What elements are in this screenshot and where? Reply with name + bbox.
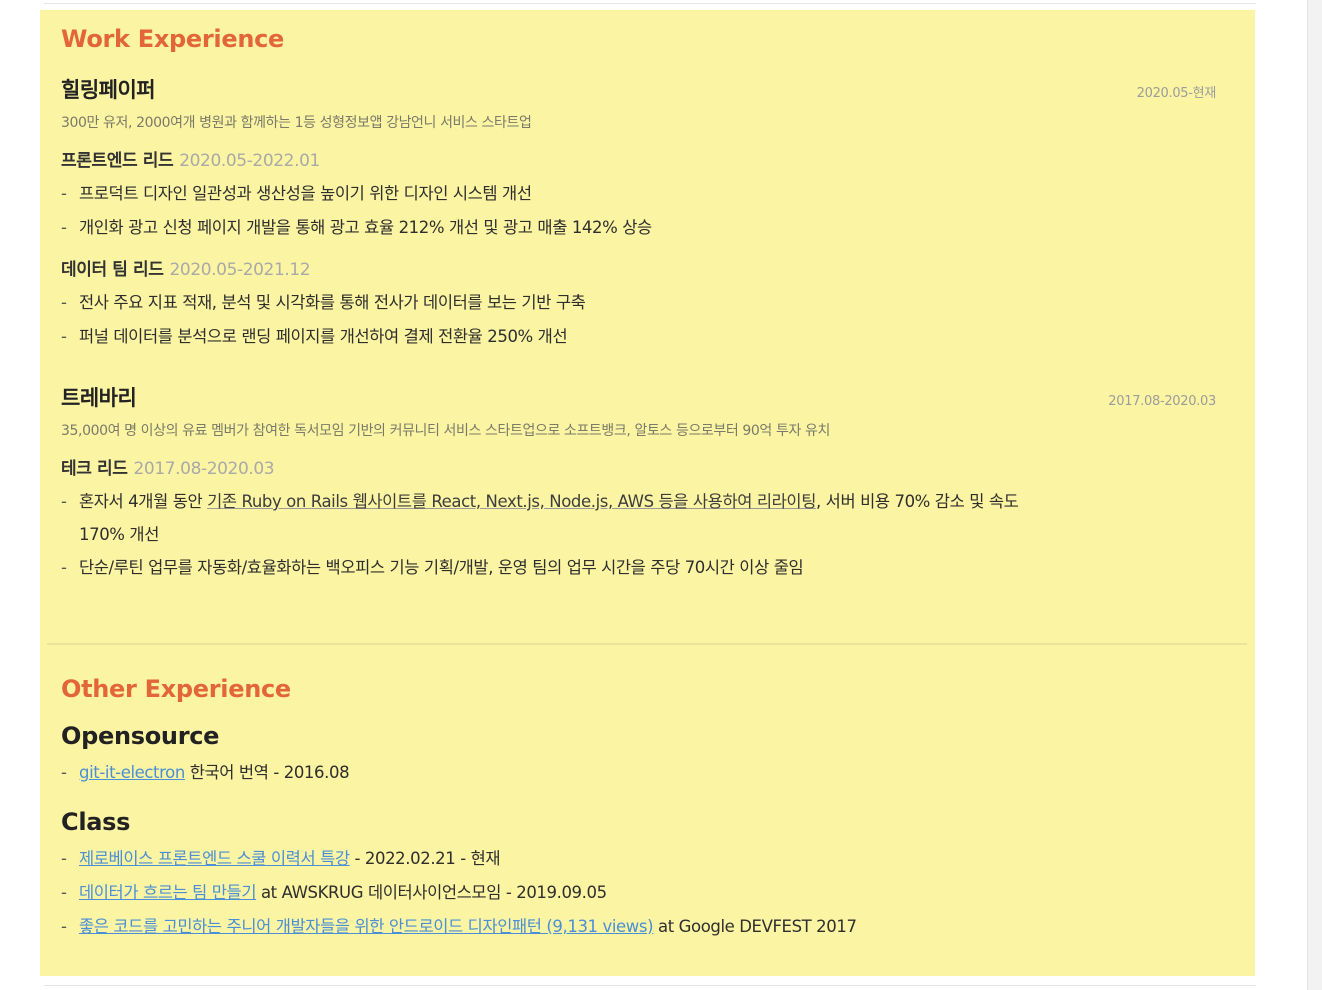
subsection-heading-class: Class bbox=[61, 808, 131, 836]
bullet-item: 단순/루틴 업무를 자동화/효율화하는 백오피스 기능 기획/개발, 운영 팀의… bbox=[61, 551, 1217, 585]
bottom-divider bbox=[44, 985, 1256, 986]
rewrite-project-link[interactable]: 기존 Ruby on Rails 웹사이트를 React, Next.js, N… bbox=[207, 492, 816, 511]
role-period: 2020.05-2022.01 bbox=[179, 151, 320, 171]
work-experience-section: Work Experience 힐링페이퍼 2020.05-현재 300만 유저… bbox=[61, 24, 1217, 585]
section-title-work: Work Experience bbox=[61, 25, 285, 53]
company-block: 트레바리 2017.08-2020.03 35,000여 명 이상의 유료 멤버… bbox=[61, 382, 1217, 585]
list-item: git-it-electron 한국어 번역 - 2016.08 bbox=[61, 756, 1217, 790]
role-period: 2020.05-2021.12 bbox=[169, 260, 311, 280]
role-name: 데이터 팀 리드 bbox=[61, 260, 164, 280]
class-link[interactable]: 제로베이스 프론트엔드 스쿨 이력서 특강 bbox=[79, 849, 350, 868]
git-it-electron-link[interactable]: git-it-electron bbox=[79, 763, 185, 782]
role-bullets: 혼자서 4개월 동안 기존 Ruby on Rails 웹사이트를 React,… bbox=[61, 485, 1217, 585]
class-list: 제로베이스 프론트엔드 스쿨 이력서 특강 - 2022.02.21 - 현재 … bbox=[61, 842, 1217, 944]
opensource-block: Opensource git-it-electron 한국어 번역 - 2016… bbox=[61, 722, 1217, 790]
company-period: 2017.08-2020.03 bbox=[1108, 394, 1216, 409]
top-divider bbox=[44, 3, 1256, 4]
subsection-heading-opensource: Opensource bbox=[61, 722, 220, 750]
company-period: 2020.05-현재 bbox=[1136, 86, 1217, 101]
company-description: 300만 유저, 2000여개 병원과 함께하는 1등 성형정보앱 강남언니 서… bbox=[61, 115, 532, 131]
section-divider bbox=[47, 643, 1247, 645]
list-item: 제로베이스 프론트엔드 스쿨 이력서 특강 - 2022.02.21 - 현재 bbox=[61, 842, 1217, 876]
bullet-item: 혼자서 4개월 동안 기존 Ruby on Rails 웹사이트를 React,… bbox=[61, 485, 1217, 551]
list-item: 좋은 코드를 고민하는 주니어 개발자들을 위한 안드로이드 디자인패턴 (9,… bbox=[61, 910, 1217, 944]
role-name: 프론트엔드 리드 bbox=[61, 151, 174, 171]
other-experience-section: Other Experience Opensource git-it-elect… bbox=[61, 674, 1217, 944]
opensource-list: git-it-electron 한국어 번역 - 2016.08 bbox=[61, 756, 1217, 790]
role-title: 테크 리드 2017.08-2020.03 bbox=[61, 454, 1217, 479]
company-description: 35,000여 명 이상의 유료 멤버가 참여한 독서모임 기반의 커뮤니티 서… bbox=[61, 423, 830, 439]
bullet-item: 프로덕트 디자인 일관성과 생산성을 높이기 위한 디자인 시스템 개선 bbox=[61, 177, 1217, 211]
company-block: 힐링페이퍼 2020.05-현재 300만 유저, 2000여개 병원과 함께하… bbox=[61, 74, 1217, 354]
company-name: 힐링페이퍼 bbox=[61, 78, 156, 102]
list-item: 데이터가 흐르는 팀 만들기 at AWSKRUG 데이터사이언스모임 - 20… bbox=[61, 876, 1217, 910]
role-bullets: 프로덕트 디자인 일관성과 생산성을 높이기 위한 디자인 시스템 개선 개인화… bbox=[61, 177, 1217, 245]
bullet-item: 퍼널 데이터를 분석으로 랜딩 페이지를 개선하여 결제 전환율 250% 개선 bbox=[61, 320, 1217, 354]
company-name: 트레바리 bbox=[61, 386, 137, 410]
role-title: 프론트엔드 리드 2020.05-2022.01 bbox=[61, 146, 1217, 171]
bullet-item: 개인화 광고 신청 페이지 개발을 통해 광고 효율 212% 개선 및 광고 … bbox=[61, 211, 1217, 245]
role-period: 2017.08-2020.03 bbox=[133, 459, 275, 479]
class-link[interactable]: 좋은 코드를 고민하는 주니어 개발자들을 위한 안드로이드 디자인패턴 (9,… bbox=[79, 917, 654, 936]
class-block: Class 제로베이스 프론트엔드 스쿨 이력서 특강 - 2022.02.21… bbox=[61, 808, 1217, 944]
resume-card: Work Experience 힐링페이퍼 2020.05-현재 300만 유저… bbox=[40, 10, 1255, 976]
section-title-other: Other Experience bbox=[61, 675, 291, 703]
role-name: 테크 리드 bbox=[61, 459, 128, 479]
scrollbar-track[interactable] bbox=[1307, 0, 1322, 990]
bullet-item: 전사 주요 지표 적재, 분석 및 시각화를 통해 전사가 데이터를 보는 기반… bbox=[61, 286, 1217, 320]
role-title: 데이터 팀 리드 2020.05-2021.12 bbox=[61, 255, 1217, 280]
role-bullets: 전사 주요 지표 적재, 분석 및 시각화를 통해 전사가 데이터를 보는 기반… bbox=[61, 286, 1217, 354]
class-link[interactable]: 데이터가 흐르는 팀 만들기 bbox=[79, 883, 257, 902]
